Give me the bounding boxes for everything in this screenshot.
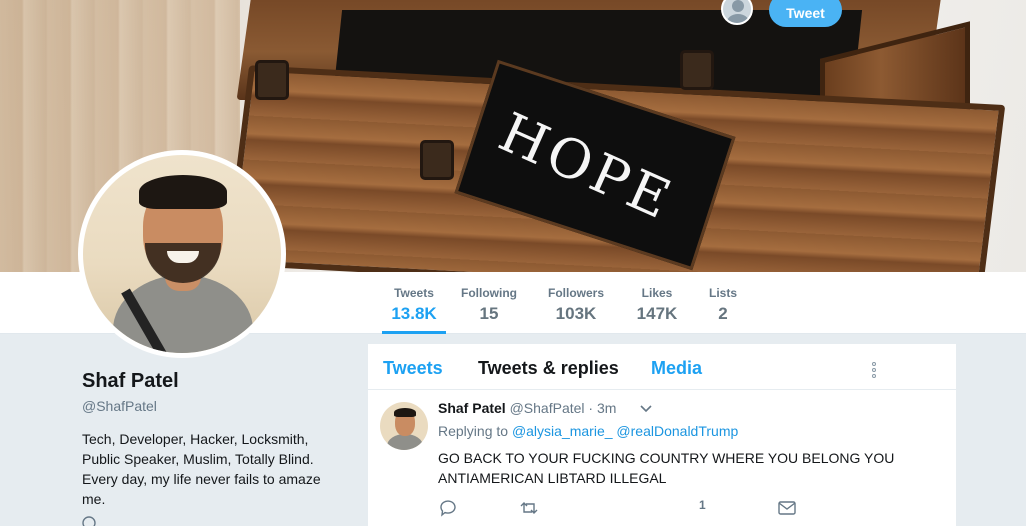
stat-value: 15: [479, 304, 499, 323]
stat-label: Lists: [708, 286, 737, 300]
stat-tweets[interactable]: Tweets 13.8K: [382, 272, 446, 334]
replying-to-label: Replying to: [438, 423, 509, 439]
tweet-separator: ·: [588, 400, 594, 416]
profile-location-row: [82, 516, 96, 526]
tab-tweets-replies[interactable]: Tweets & replies: [478, 358, 619, 379]
more-options-icon[interactable]: [871, 362, 877, 380]
stat-followers[interactable]: Followers 103K: [544, 272, 608, 334]
stat-lists[interactable]: Lists 2: [704, 272, 742, 334]
timeline-card: Tweets Tweets & replies Media Shaf Patel…: [368, 344, 956, 526]
retweet-icon[interactable]: [519, 498, 539, 518]
stat-label: Followers: [547, 286, 604, 300]
trunk-latch: [255, 60, 289, 100]
stat-label: Following: [461, 286, 517, 300]
reply-icon[interactable]: [438, 498, 458, 518]
tab-tweets[interactable]: Tweets: [383, 358, 443, 379]
stat-value: 2: [718, 304, 728, 323]
tweet-actions: 1: [438, 498, 838, 522]
stat-value: 13.8K: [391, 304, 437, 323]
nav-user-avatar[interactable]: [721, 0, 753, 25]
stat-value: 147K: [636, 304, 678, 323]
tab-media[interactable]: Media: [651, 358, 702, 379]
tweet-author-avatar[interactable]: [380, 402, 428, 450]
tweet-timestamp[interactable]: 3m: [597, 400, 616, 416]
profile-photo: [83, 155, 281, 353]
mention-link[interactable]: @alysia_marie_: [512, 423, 613, 439]
trunk-latch: [420, 140, 454, 180]
stat-likes[interactable]: Likes 147K: [632, 272, 682, 334]
profile-avatar[interactable]: [78, 150, 286, 358]
stat-value: 103K: [555, 304, 597, 323]
replying-to-line: Replying to @alysia_marie_ @realDonaldTr…: [438, 423, 738, 439]
tweet-author-handle[interactable]: @ShafPatel: [510, 400, 585, 416]
profile-bio: Tech, Developer, Hacker, Locksmith, Publ…: [82, 431, 321, 507]
profile-name[interactable]: Shaf Patel: [82, 370, 179, 393]
message-icon[interactable]: [777, 498, 797, 518]
tweet-item[interactable]: Shaf Patel @ShafPatel · 3m Replying to @…: [368, 390, 956, 526]
location-icon: [82, 516, 96, 526]
profile-handle[interactable]: @ShafPatel: [82, 398, 157, 414]
timeline-tabs: Tweets Tweets & replies Media: [368, 344, 956, 390]
stat-label: Likes: [641, 286, 673, 300]
stat-following[interactable]: Following 15: [458, 272, 520, 334]
tweet-author-name[interactable]: Shaf Patel: [438, 400, 506, 416]
tweet-header: Shaf Patel @ShafPatel · 3m: [438, 400, 616, 416]
trunk-latch: [680, 50, 714, 90]
profile-page: HOPE Tweet Tweets 13.8K Following 15 Fol…: [0, 0, 1026, 526]
chevron-down-icon[interactable]: [639, 402, 653, 416]
retweet-count: 1: [699, 498, 706, 512]
tweet-text: GO BACK TO YOUR FUCKING COUNTRY WHERE YO…: [438, 450, 895, 486]
compose-tweet-button[interactable]: Tweet: [769, 0, 842, 27]
mention-link[interactable]: @realDonaldTrump: [616, 423, 738, 439]
stat-label: Tweets: [394, 286, 434, 300]
